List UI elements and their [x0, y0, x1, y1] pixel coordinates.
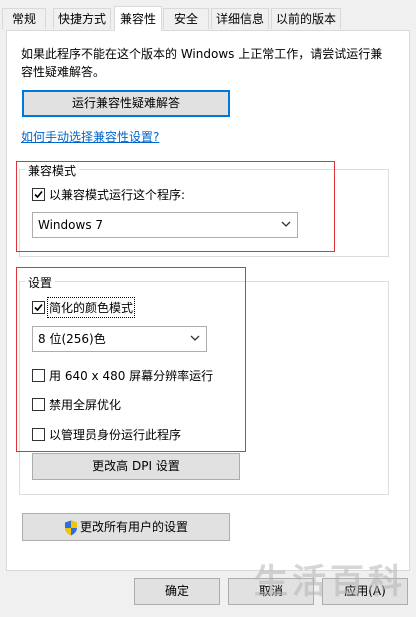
tab-strip: 常规 快捷方式 兼容性 安全 详细信息 以前的版本: [0, 0, 416, 31]
color-depth-select[interactable]: 8 位(256)色: [32, 326, 207, 352]
run-640-label: 用 640 x 480 屏幕分辨率运行: [49, 369, 214, 383]
os-version-select[interactable]: Windows 7: [32, 212, 298, 238]
chevron-down-icon: [281, 221, 291, 227]
change-all-users-label: 更改所有用户的设置: [79, 520, 188, 534]
run-troubleshooter-button[interactable]: 运行兼容性疑难解答: [22, 90, 230, 117]
change-dpi-button[interactable]: 更改高 DPI 设置: [32, 453, 240, 480]
checkmark-icon: [34, 303, 43, 312]
compat-mode-label: 以兼容模式运行这个程序:: [49, 188, 186, 202]
change-all-users-button[interactable]: 更改所有用户的设置: [22, 513, 230, 541]
disable-fullscreen-checkbox[interactable]: [32, 398, 45, 411]
disable-fullscreen-label: 禁用全屏优化: [49, 398, 122, 412]
uac-shield-icon: [64, 520, 77, 535]
run-admin-checkbox[interactable]: [32, 428, 45, 441]
intro-text: 如果此程序不能在这个版本的 Windows 上正常工作，请尝试运行兼容性疑难解答…: [21, 47, 383, 79]
tab-shortcut[interactable]: 快捷方式: [53, 8, 111, 29]
tab-security[interactable]: 安全: [163, 8, 209, 29]
manual-settings-link[interactable]: 如何手动选择兼容性设置?: [21, 128, 159, 145]
compat-mode-checkbox[interactable]: [32, 188, 45, 201]
tab-compatibility[interactable]: 兼容性: [114, 6, 162, 31]
tab-previous-versions[interactable]: 以前的版本: [271, 8, 341, 29]
run-admin-label: 以管理员身份运行此程序: [49, 428, 182, 442]
color-depth-value: 8 位(256)色: [38, 332, 106, 346]
reduced-color-checkbox[interactable]: [32, 301, 45, 314]
os-version-value: Windows 7: [38, 218, 104, 232]
highlight-box-settings: [16, 267, 246, 452]
chevron-down-icon: [190, 335, 200, 341]
ok-button[interactable]: 确定: [134, 578, 220, 605]
watermark-text: 生活百科: [254, 562, 406, 602]
checkmark-icon: [34, 190, 43, 199]
tab-details[interactable]: 详细信息: [211, 8, 269, 29]
run-640-checkbox[interactable]: [32, 369, 45, 382]
highlight-box-compat: [16, 161, 335, 252]
tab-general[interactable]: 常规: [2, 8, 46, 29]
reduced-color-label: 简化的颜色模式: [46, 297, 136, 318]
compatibility-panel: 如果此程序不能在这个版本的 Windows 上正常工作，请尝试运行兼容性疑难解答…: [6, 30, 410, 571]
